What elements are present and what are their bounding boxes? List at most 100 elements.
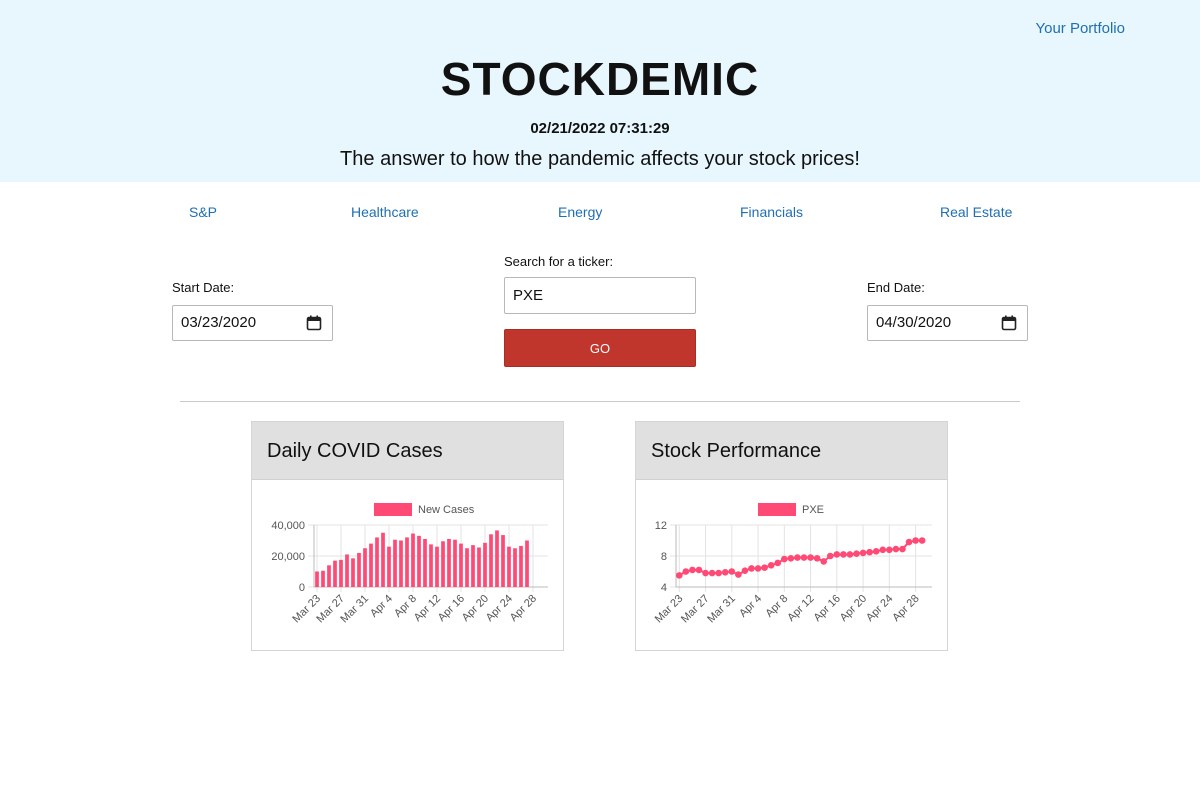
covid-bar <box>363 548 367 587</box>
covid-bar <box>351 558 355 587</box>
start-date-input[interactable]: 03/23/2020 <box>172 305 333 341</box>
sector-link-healthcare[interactable]: Healthcare <box>351 204 419 220</box>
covid-bar <box>525 540 529 587</box>
covid-bar <box>393 539 397 587</box>
stock-legend-label: PXE <box>802 504 824 516</box>
stock-data-point <box>689 566 696 574</box>
stock-y-tick-label: 12 <box>655 520 667 532</box>
covid-legend-label: New Cases <box>418 504 475 516</box>
go-button[interactable]: GO <box>504 329 696 367</box>
stock-data-point <box>728 568 736 575</box>
stock-x-tick-label: Mar 31 <box>705 593 738 626</box>
stock-data-point <box>918 537 926 544</box>
stock-data-point <box>702 569 709 577</box>
covid-y-tick-label: 0 <box>299 582 305 594</box>
covid-bar <box>441 541 445 587</box>
covid-bar <box>429 544 433 587</box>
covid-bar <box>495 530 499 587</box>
covid-bar <box>387 546 391 587</box>
covid-legend-swatch <box>374 503 412 516</box>
end-date-value: 04/30/2020 <box>876 314 952 331</box>
stock-x-tick-label: Mar 27 <box>679 593 712 626</box>
covid-bar <box>417 535 421 587</box>
sector-link-energy[interactable]: Energy <box>558 204 602 220</box>
covid-bar <box>423 538 427 587</box>
stock-performance-card: Stock Performance PXE 4 8 12 Mar 23 Mar 27 Mar… <box>635 421 948 651</box>
stock-data-point <box>774 559 782 567</box>
stock-data-point <box>912 537 919 544</box>
stock-legend-swatch <box>758 503 796 516</box>
portfolio-link[interactable]: Your Portfolio <box>1035 20 1125 37</box>
start-date-value: 03/23/2020 <box>181 314 257 331</box>
covid-bar <box>345 554 349 587</box>
stock-data-point <box>859 549 867 557</box>
stock-performance-chart: PXE4812Mar 23Mar 27Mar 31 Apr 4 Apr 8Apr 1… <box>653 503 932 626</box>
stock-data-point <box>892 545 900 553</box>
start-date-label: Start Date: <box>172 280 235 295</box>
covid-bar <box>327 565 331 587</box>
covid-x-tick-label: Apr 28 <box>508 593 539 624</box>
stock-data-point <box>787 555 795 562</box>
stock-x-tick-label: Apr 20 <box>838 593 869 624</box>
covid-bar <box>513 548 517 587</box>
stock-data-point <box>820 558 827 565</box>
stock-data-point <box>794 554 801 561</box>
stock-card-title: Stock Performance <box>636 422 947 480</box>
covid-bar <box>459 543 463 587</box>
stock-data-point <box>721 568 729 576</box>
stock-data-point <box>781 555 788 563</box>
stock-data-point <box>886 546 893 554</box>
stock-data-point <box>899 545 906 553</box>
covid-bar <box>333 560 337 587</box>
stock-data-point <box>761 564 768 571</box>
stock-data-point <box>813 555 821 562</box>
covid-y-tick-label: 40,000 <box>271 520 305 532</box>
calendar-icon[interactable] <box>1001 315 1017 331</box>
covid-cases-card: Daily COVID Cases New Cases 0 20,000 40,000… <box>251 421 564 651</box>
covid-bar <box>315 571 319 587</box>
stock-data-point <box>682 568 690 575</box>
covid-bar <box>321 570 325 587</box>
stock-data-point <box>748 565 755 572</box>
stock-x-tick-label: Mar 23 <box>653 593 686 626</box>
tagline: The answer to how the pandemic affects y… <box>340 148 860 170</box>
stock-x-tick-label: Apr 16 <box>812 593 843 624</box>
covid-bar <box>477 547 481 587</box>
stock-data-point <box>767 562 775 569</box>
page-title: STOCKDEMIC <box>440 53 760 105</box>
stock-data-point <box>675 572 683 579</box>
covid-bar <box>369 543 373 587</box>
stock-data-point <box>735 571 742 578</box>
ticker-label: Search for a ticker: <box>504 254 614 269</box>
stock-data-point <box>754 565 762 572</box>
section-divider <box>180 401 1020 402</box>
covid-bar <box>411 533 415 587</box>
stock-data-point <box>708 569 716 577</box>
stock-x-tick-label: Apr 4 <box>737 593 764 620</box>
covid-bar <box>501 535 505 587</box>
calendar-icon[interactable] <box>306 315 322 331</box>
stock-data-point <box>741 567 749 575</box>
covid-y-tick-label: 20,000 <box>271 551 305 563</box>
stock-series-line <box>678 539 923 577</box>
stock-data-point <box>715 569 722 577</box>
covid-bar <box>519 545 523 587</box>
stock-data-point <box>879 546 887 554</box>
stock-data-point <box>866 548 873 556</box>
stock-y-tick-label: 4 <box>661 582 667 594</box>
ticker-search-input[interactable] <box>504 277 696 314</box>
end-date-input[interactable]: 04/30/2020 <box>867 305 1028 341</box>
covid-bar <box>507 546 511 587</box>
covid-bar <box>435 546 439 587</box>
covid-bar <box>483 542 487 587</box>
stock-data-point <box>853 550 860 557</box>
stock-x-tick-label: Apr 24 <box>864 593 895 624</box>
sector-link-financials[interactable]: Financials <box>740 204 803 220</box>
sector-link-real-estate[interactable]: Real Estate <box>940 204 1012 220</box>
current-datetime: 02/21/2022 07:31:29 <box>530 120 670 137</box>
covid-bar <box>399 540 403 587</box>
sector-link-sp[interactable]: S&P <box>189 204 217 220</box>
end-date-label: End Date: <box>867 280 925 295</box>
stock-data-point <box>872 548 880 555</box>
stock-x-tick-label: Apr 28 <box>890 593 921 624</box>
